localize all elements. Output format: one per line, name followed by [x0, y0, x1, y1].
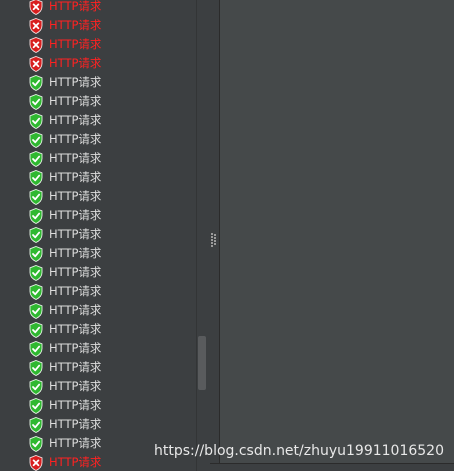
success-shield-icon [29, 435, 43, 452]
tree-item-label: HTTP请求 [49, 322, 102, 336]
results-tree-panel: HTTP请求 HTTP请求 HTTP请求 HTTP请求 HTTP请求 HTTP请求 HTTP… [0, 0, 210, 471]
success-shield-icon [29, 416, 43, 433]
results-tree: HTTP请求 HTTP请求 HTTP请求 HTTP请求 HTTP请求 HTTP请求 HTTP… [0, 0, 196, 471]
tree-item[interactable]: HTTP请求 [0, 244, 196, 263]
success-shield-icon [29, 340, 43, 357]
error-shield-icon [29, 55, 43, 72]
tree-item-label: HTTP请求 [49, 113, 102, 127]
success-shield-icon [29, 169, 43, 186]
tree-item-label: HTTP请求 [49, 0, 102, 13]
tree-item-label: HTTP请求 [49, 360, 102, 374]
splitter-grip-icon[interactable] [211, 233, 217, 247]
success-shield-icon [29, 150, 43, 167]
tree-item[interactable]: HTTP请求 [0, 54, 196, 73]
tree-item[interactable]: HTTP请求 [0, 339, 196, 358]
tree-item[interactable]: HTTP请求 [0, 396, 196, 415]
success-shield-icon [29, 93, 43, 110]
tree-item[interactable]: HTTP请求 [0, 130, 196, 149]
success-shield-icon [29, 245, 43, 262]
bottom-tab-strip [210, 463, 454, 471]
tree-item-label: HTTP请求 [49, 398, 102, 412]
tree-item[interactable]: HTTP请求 [0, 35, 196, 54]
success-shield-icon [29, 302, 43, 319]
vertical-scrollbar[interactable] [196, 0, 209, 471]
tree-item[interactable]: HTTP请求 [0, 415, 196, 434]
tree-item[interactable]: HTTP请求 [0, 377, 196, 396]
tree-item-label: HTTP请求 [49, 265, 102, 279]
tree-item-label: HTTP请求 [49, 379, 102, 393]
tree-item[interactable]: HTTP请求 [0, 225, 196, 244]
tree-item[interactable]: HTTP请求 [0, 187, 196, 206]
error-shield-icon [29, 454, 43, 471]
tree-item-label: HTTP请求 [49, 151, 102, 165]
success-shield-icon [29, 359, 43, 376]
success-shield-icon [29, 188, 43, 205]
tree-item[interactable]: HTTP请求 [0, 16, 196, 35]
tree-item[interactable]: HTTP请求 [0, 73, 196, 92]
tree-item[interactable]: HTTP请求 [0, 358, 196, 377]
tree-item[interactable]: HTTP请求 [0, 301, 196, 320]
success-shield-icon [29, 283, 43, 300]
tree-item[interactable]: HTTP请求 [0, 206, 196, 225]
tree-item-label: HTTP请求 [49, 94, 102, 108]
tree-item-label: HTTP请求 [49, 341, 102, 355]
tree-item-label: HTTP请求 [49, 303, 102, 317]
tree-item[interactable]: HTTP请求 [0, 168, 196, 187]
tree-item-label: HTTP请求 [49, 284, 102, 298]
tree-item-label: HTTP请求 [49, 227, 102, 241]
tree-item-label: HTTP请求 [49, 75, 102, 89]
success-shield-icon [29, 264, 43, 281]
scrollbar-thumb[interactable] [198, 336, 206, 390]
tree-item[interactable]: HTTP请求 [0, 92, 196, 111]
success-shield-icon [29, 226, 43, 243]
tree-item[interactable]: HTTP请求 [0, 149, 196, 168]
success-shield-icon [29, 74, 43, 91]
tree-item[interactable]: HTTP请求 [0, 320, 196, 339]
tree-item-label: HTTP请求 [49, 56, 102, 70]
tree-item-label: HTTP请求 [49, 18, 102, 32]
tree-item-label: HTTP请求 [49, 189, 102, 203]
error-shield-icon [29, 0, 43, 15]
success-shield-icon [29, 378, 43, 395]
success-shield-icon [29, 112, 43, 129]
tree-item[interactable]: HTTP请求 [0, 111, 196, 130]
tree-item-label: HTTP请求 [49, 417, 102, 431]
error-shield-icon [29, 36, 43, 53]
tree-item-label: HTTP请求 [49, 170, 102, 184]
tree-item-label: HTTP请求 [49, 37, 102, 51]
tree-item-label: HTTP请求 [49, 132, 102, 146]
detail-panel [220, 0, 454, 471]
watermark-text: https://blog.csdn.net/zhuyu19911016520 [154, 443, 444, 459]
tree-item[interactable]: HTTP请求 [0, 0, 196, 16]
tree-item-label: HTTP请求 [49, 455, 102, 469]
tree-item-label: HTTP请求 [49, 246, 102, 260]
app-window: HTTP请求 HTTP请求 HTTP请求 HTTP请求 HTTP请求 HTTP请求 HTTP… [0, 0, 454, 471]
error-shield-icon [29, 17, 43, 34]
tree-item[interactable]: HTTP请求 [0, 282, 196, 301]
tree-item-label: HTTP请求 [49, 208, 102, 222]
success-shield-icon [29, 397, 43, 414]
tree-item[interactable]: HTTP请求 [0, 263, 196, 282]
tree-item-label: HTTP请求 [49, 436, 102, 450]
success-shield-icon [29, 207, 43, 224]
success-shield-icon [29, 131, 43, 148]
success-shield-icon [29, 321, 43, 338]
